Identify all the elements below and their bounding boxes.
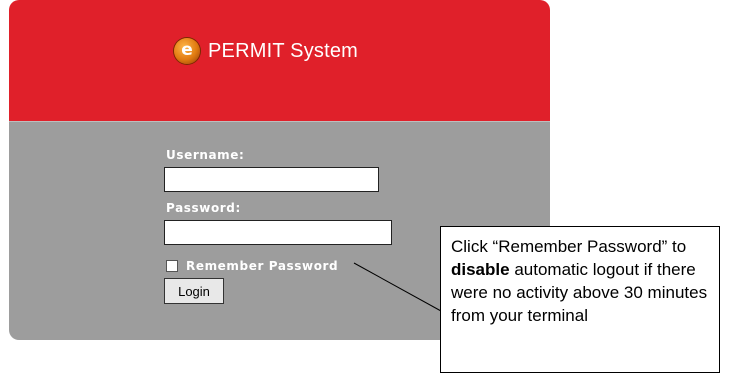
password-input[interactable] bbox=[164, 220, 392, 245]
password-label: Password: bbox=[166, 201, 241, 215]
remember-password-label[interactable]: Remember Password bbox=[186, 259, 338, 273]
callout-text-start: Click “Remember Password” to bbox=[451, 237, 687, 256]
e-logo-icon: e bbox=[174, 38, 200, 64]
remember-password-checkbox[interactable] bbox=[166, 260, 178, 272]
help-callout: Click “Remember Password” to disable aut… bbox=[440, 226, 720, 373]
login-button[interactable]: Login bbox=[164, 278, 224, 304]
header-bar: e PERMIT System bbox=[9, 0, 550, 121]
brand: e PERMIT System bbox=[174, 36, 358, 66]
username-label: Username: bbox=[166, 148, 245, 162]
app-title: PERMIT System bbox=[208, 39, 359, 62]
remember-password-option[interactable]: Remember Password bbox=[166, 259, 338, 273]
callout-bold-text: disable bbox=[451, 260, 510, 279]
username-input[interactable] bbox=[164, 167, 379, 192]
